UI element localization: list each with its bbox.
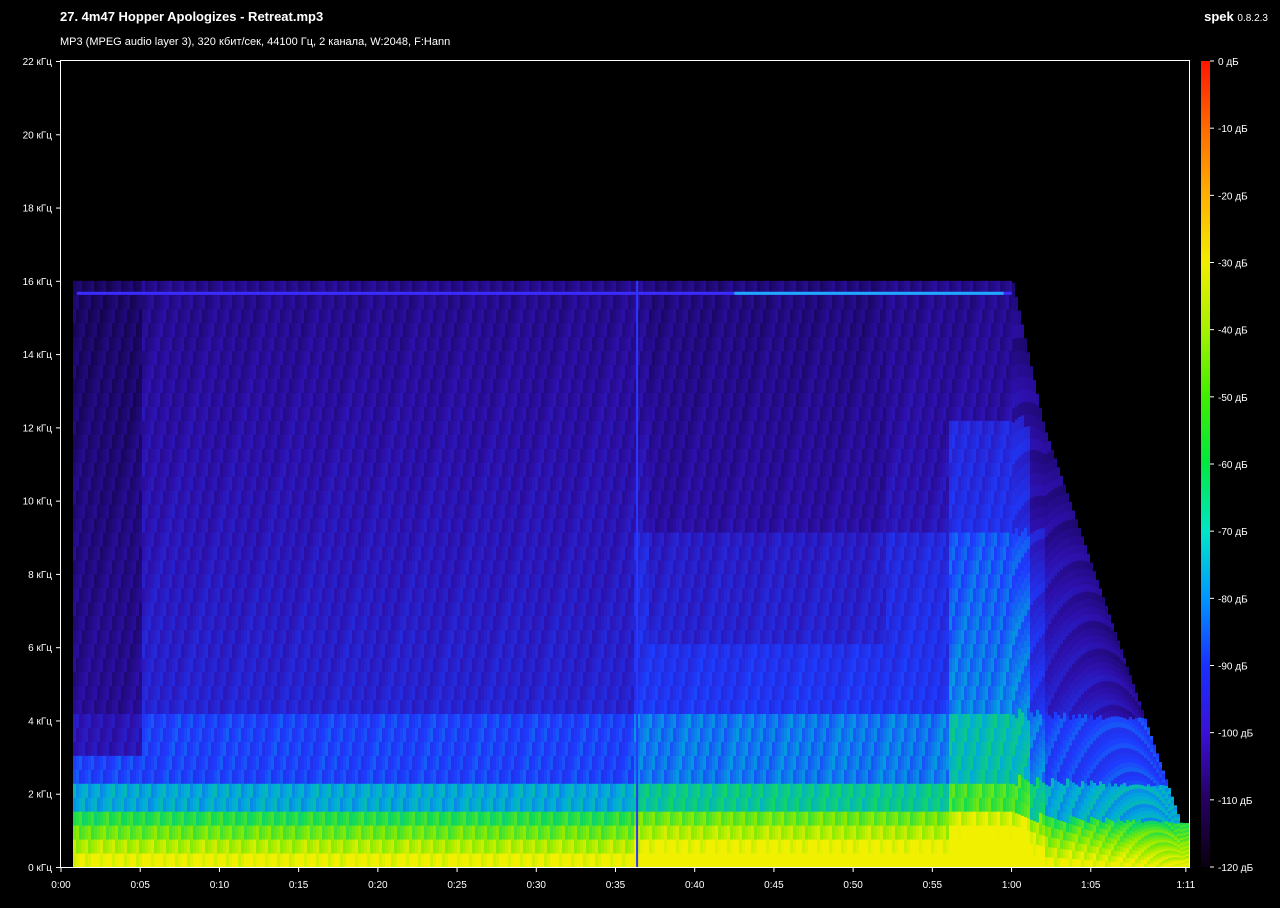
time-tick-label: 1:00 — [1002, 880, 1022, 891]
time-tick-label: 0:25 — [447, 880, 467, 891]
frequency-tick-label: 14 кГц — [23, 350, 53, 361]
frequency-tick-label: 18 кГц — [23, 204, 53, 215]
time-tick-label: 1:11 — [1176, 880, 1195, 891]
time-tick-label: 0:10 — [210, 880, 230, 891]
db-scale-label: -70 дБ — [1218, 527, 1248, 538]
spectrogram-plot: 0 кГц 2 кГц 4 кГц 6 кГц 8 кГц 10 кГц 12 кГц 14 … — [0, 0, 1280, 908]
time-tick-label: 0:40 — [685, 880, 705, 891]
db-scale-label: -110 дБ — [1218, 796, 1253, 807]
db-scale-label: -20 дБ — [1218, 191, 1248, 202]
time-tick-label: 0:15 — [289, 880, 309, 891]
db-scale-label: -60 дБ — [1218, 460, 1248, 471]
db-scale-label: -40 дБ — [1218, 326, 1248, 337]
spectrogram-image — [73, 281, 1189, 868]
frequency-axis: 0 кГц 2 кГц 4 кГц 6 кГц 8 кГц 10 кГц 12 кГц 14 … — [23, 57, 60, 874]
frequency-tick-label: 22 кГц — [23, 57, 53, 68]
db-scale-label: -100 дБ — [1218, 729, 1254, 740]
time-tick-label: 0:50 — [843, 880, 863, 891]
frequency-tick-label: 0 кГц — [28, 863, 52, 874]
db-scale-label: -80 дБ — [1218, 594, 1248, 605]
db-scale-label: -120 дБ — [1218, 863, 1254, 874]
frequency-tick-label: 10 кГц — [23, 497, 53, 508]
frequency-tick-label: 16 кГц — [23, 277, 53, 288]
frequency-tick-label: 4 кГц — [28, 716, 52, 727]
db-scale-label: -50 дБ — [1218, 393, 1248, 404]
frequency-tick-label: 2 кГц — [28, 790, 52, 801]
time-tick-label: 0:05 — [130, 880, 150, 891]
time-tick-label: 0:45 — [764, 880, 784, 891]
time-tick-label: 0:00 — [51, 880, 71, 891]
time-axis: 0:00 0:05 0:10 0:15 0:20 0:25 0:30 0:35 0:40 0:45… — [51, 868, 1195, 891]
color-scale: 0 дБ -10 дБ -20 дБ -30 дБ -40 дБ -50 дБ -60 дБ… — [1201, 57, 1254, 874]
frequency-tick-label: 12 кГц — [23, 423, 53, 434]
time-tick-label: 0:35 — [606, 880, 626, 891]
time-tick-label: 0:20 — [368, 880, 388, 891]
time-tick-label: 0:30 — [527, 880, 547, 891]
color-scale-bar — [1201, 61, 1210, 867]
db-scale-label: -30 дБ — [1218, 259, 1248, 270]
time-tick-label: 0:55 — [923, 880, 943, 891]
time-tick-label: 1:05 — [1081, 880, 1101, 891]
frequency-tick-label: 20 кГц — [23, 130, 53, 141]
db-scale-label: 0 дБ — [1218, 57, 1239, 68]
frequency-tick-label: 6 кГц — [28, 643, 52, 654]
db-scale-label: -90 дБ — [1218, 662, 1248, 673]
frequency-tick-label: 8 кГц — [28, 570, 52, 581]
db-scale-label: -10 дБ — [1218, 124, 1248, 135]
